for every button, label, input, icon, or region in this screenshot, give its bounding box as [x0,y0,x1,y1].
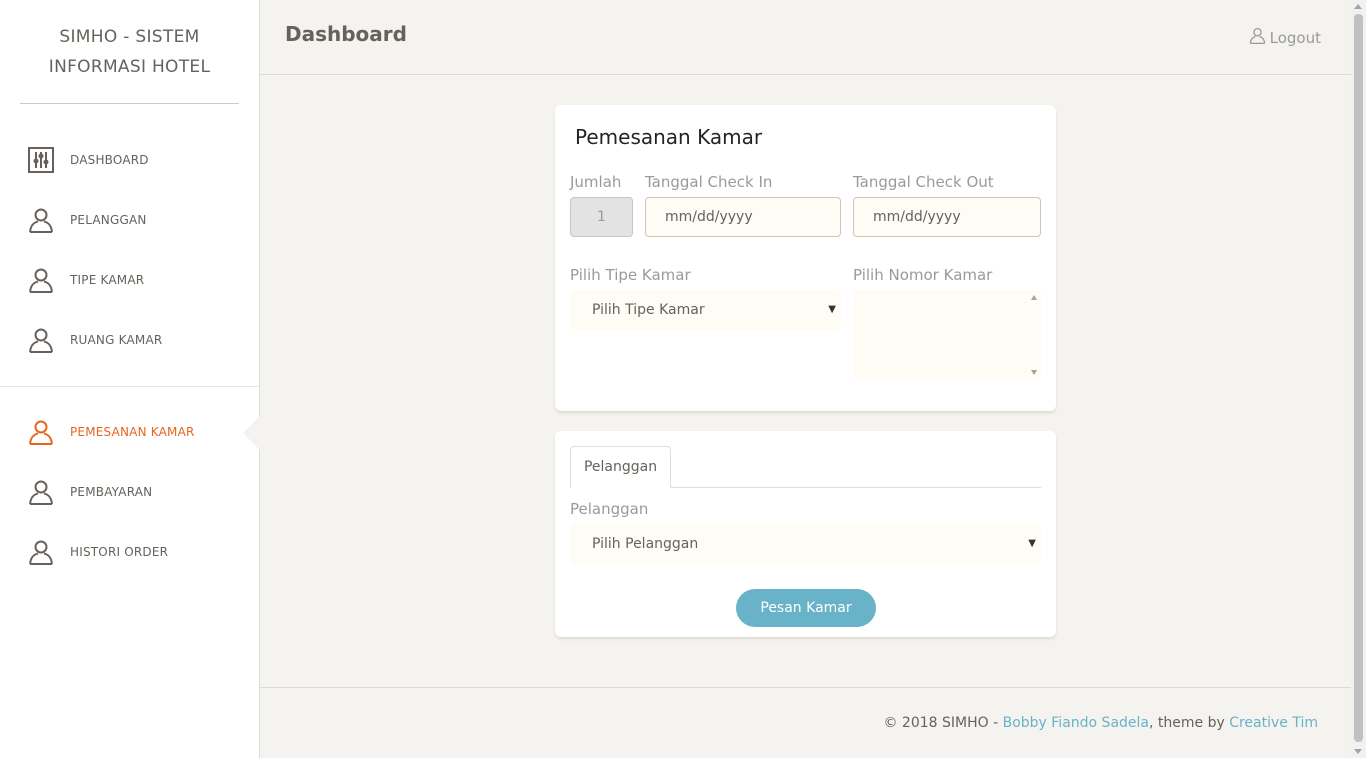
sidebar-item-pembayaran[interactable]: PEMBAYARAN [0,462,259,522]
checkout-label: Tanggal Check Out [853,173,994,191]
caret-down-icon: ▼ [828,304,836,315]
listbox-scrollbar[interactable] [1027,290,1041,380]
user-icon [27,266,55,294]
tipe-kamar-select[interactable]: Pilih Tipe Kamar ▼ [570,290,841,330]
logo[interactable]: SIMHO - SISTEM INFORMASI HOTEL [20,0,239,104]
sidebar-item-label: DASHBOARD [70,153,149,167]
pelanggan-select[interactable]: Pilih Pelanggan ▼ [570,524,1041,564]
author-link[interactable]: Bobby Fiando Sadela [1003,715,1149,731]
user-icon [27,538,55,566]
customer-card: Pelanggan Pelanggan Pilih Pelanggan ▼ Pe… [555,431,1056,637]
footer: © 2018 SIMHO - Bobby Fiando Sadela, them… [260,687,1351,758]
active-indicator [243,416,260,450]
theme-link[interactable]: Creative Tim [1229,715,1318,731]
user-icon [27,206,55,234]
booking-card: Pemesanan Kamar Jumlah 1 Tanggal Check I… [555,105,1056,411]
page-scrollbar[interactable] [1351,0,1366,758]
checkin-label: Tanggal Check In [645,173,773,191]
caret-down-icon: ▼ [1028,538,1036,549]
checkin-date-input[interactable]: mm/dd/yyyy [645,197,841,237]
pelanggan-selected: Pilih Pelanggan [592,536,699,552]
pesan-kamar-button[interactable]: Pesan Kamar [736,589,876,627]
logout-button[interactable]: Logout [1249,27,1321,48]
sidebar-item-label: PEMESANAN KAMAR [70,425,195,439]
nomor-kamar-listbox[interactable] [853,290,1041,380]
sidebar-item-label: PEMBAYARAN [70,485,153,499]
sidebar-item-pemesanan-kamar[interactable]: PEMESANAN KAMAR [0,402,260,462]
sidebar-item-label: TIPE KAMAR [70,273,145,287]
scroll-thumb[interactable] [1354,14,1363,742]
sidebar-nav: DASHBOARD PELANGGAN TIPE KAMAR RUANG KAM… [0,104,260,582]
sidebar-item-histori-order[interactable]: HISTORI ORDER [0,522,259,582]
jumlah-field: 1 [570,197,633,237]
sidebar: SIMHO - SISTEM INFORMASI HOTEL DASHBOARD… [0,0,260,758]
footer-credit: © 2018 SIMHO - Bobby Fiando Sadela, them… [883,715,1318,731]
scroll-up-arrow[interactable] [1354,4,1362,9]
checkout-date-input[interactable]: mm/dd/yyyy [853,197,1041,237]
user-icon [27,478,55,506]
sidebar-item-dashboard[interactable]: DASHBOARD [0,130,259,190]
logo-line-1: SIMHO - SISTEM [59,27,200,47]
panel-settings-icon [27,146,55,174]
footer-middle: , theme by [1149,715,1230,731]
card-title: Pemesanan Kamar [575,125,763,149]
sidebar-item-tipe-kamar[interactable]: TIPE KAMAR [0,250,259,310]
tipe-kamar-selected: Pilih Tipe Kamar [592,302,705,318]
tab-pelanggan[interactable]: Pelanggan [570,446,671,488]
user-icon [27,418,55,446]
logo-line-2: INFORMASI HOTEL [48,57,211,77]
user-icon [1249,27,1270,48]
tipe-kamar-label: Pilih Tipe Kamar [570,266,691,284]
page-title: Dashboard [285,22,407,46]
scroll-down-arrow[interactable] [1354,749,1362,754]
sidebar-item-label: RUANG KAMAR [70,333,163,347]
sidebar-item-label: HISTORI ORDER [70,545,169,559]
footer-prefix: © 2018 SIMHO - [883,715,1003,731]
pelanggan-label: Pelanggan [570,500,649,518]
jumlah-label: Jumlah [570,173,622,191]
user-icon [27,326,55,354]
sidebar-item-label: PELANGGAN [70,213,147,227]
sidebar-divider [0,386,259,387]
tab-bar: Pelanggan [570,446,1041,488]
logout-label: Logout [1269,28,1321,47]
top-navbar: Dashboard Logout [260,0,1351,75]
sidebar-item-ruang-kamar[interactable]: RUANG KAMAR [0,310,259,370]
sidebar-item-pelanggan[interactable]: PELANGGAN [0,190,259,250]
nomor-kamar-label: Pilih Nomor Kamar [853,266,993,284]
